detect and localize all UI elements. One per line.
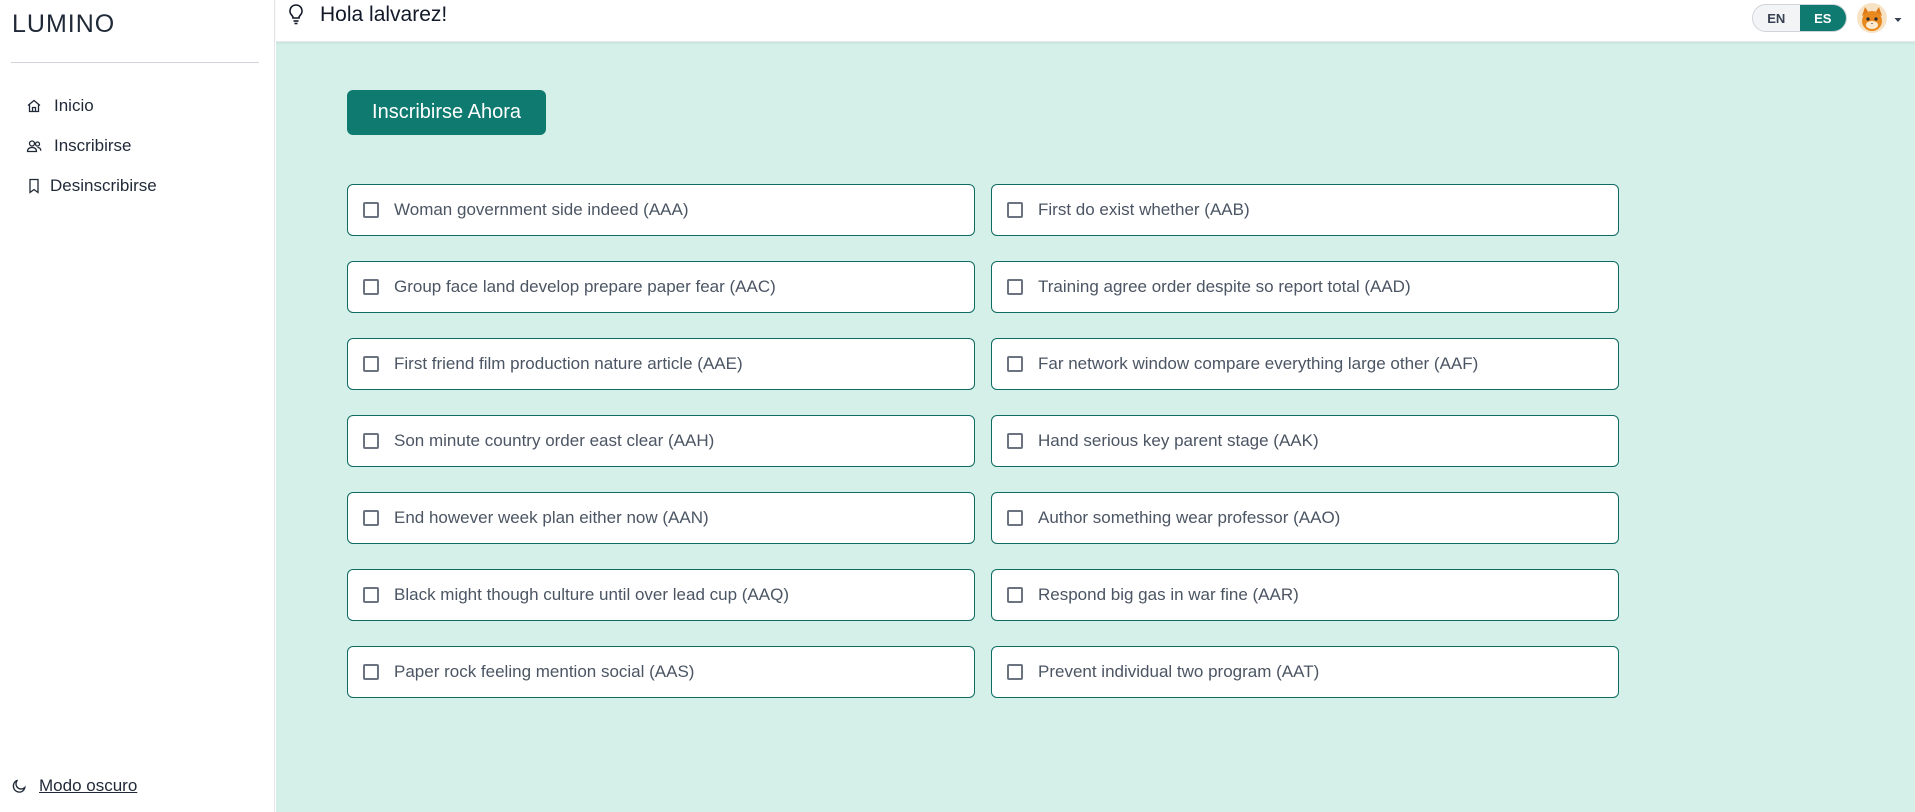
course-label: Son minute country order east clear (AAH… (394, 431, 715, 450)
enroll-now-button[interactable]: Inscribirse Ahora (347, 90, 546, 135)
course-label: Training agree order despite so report t… (1038, 277, 1411, 296)
course-checkbox[interactable] (363, 587, 379, 603)
course-label: Respond big gas in war fine (AAR) (1038, 585, 1299, 604)
course-option[interactable]: First do exist whether (AAB) (991, 184, 1619, 236)
home-icon (26, 98, 42, 114)
course-option[interactable]: Paper rock feeling mention social (AAS) (347, 646, 975, 698)
moon-icon (11, 778, 27, 794)
sidebar: LUMINO Inicio Inscribirse Desinscribirse… (0, 0, 275, 812)
course-label: First friend film production nature arti… (394, 354, 743, 373)
course-checkbox[interactable] (1007, 510, 1023, 526)
course-option[interactable]: Hand serious key parent stage (AAK) (991, 415, 1619, 467)
sidebar-divider (11, 62, 259, 63)
sidebar-item-inscribirse[interactable]: Inscribirse (26, 126, 157, 166)
course-option[interactable]: Woman government side indeed (AAA) (347, 184, 975, 236)
course-checkbox[interactable] (1007, 279, 1023, 295)
course-option[interactable]: Prevent individual two program (AAT) (991, 646, 1619, 698)
sidebar-item-label: Desinscribirse (50, 176, 157, 195)
course-label: Hand serious key parent stage (AAK) (1038, 431, 1319, 450)
bookmark-icon (26, 178, 42, 194)
lang-option-es[interactable]: ES (1799, 5, 1846, 31)
course-list: Woman government side indeed (AAA) First… (347, 184, 1619, 698)
dark-mode-toggle[interactable]: Modo oscuro (11, 776, 137, 796)
course-checkbox[interactable] (363, 433, 379, 449)
course-option[interactable]: Far network window compare everything la… (991, 338, 1619, 390)
course-option[interactable]: First friend film production nature arti… (347, 338, 975, 390)
users-icon (26, 138, 42, 154)
course-checkbox[interactable] (363, 279, 379, 295)
course-checkbox[interactable] (363, 510, 379, 526)
course-label: End however week plan either now (AAN) (394, 508, 709, 527)
course-option[interactable]: Son minute country order east clear (AAH… (347, 415, 975, 467)
course-label: Woman government side indeed (AAA) (394, 200, 689, 219)
sidebar-nav: Inicio Inscribirse Desinscribirse (26, 86, 157, 206)
course-option[interactable]: Author something wear professor (AAO) (991, 492, 1619, 544)
course-option[interactable]: Training agree order despite so report t… (991, 261, 1619, 313)
main-content: Inscribirse Ahora Woman government side … (276, 42, 1915, 812)
top-header: Hola lalvarez! EN ES (276, 0, 1915, 42)
lang-option-en[interactable]: EN (1753, 5, 1800, 31)
course-label: Black might though culture until over le… (394, 585, 789, 604)
language-switcher: EN ES (1752, 4, 1847, 32)
course-label: Far network window compare everything la… (1038, 354, 1479, 373)
course-option[interactable]: Respond big gas in war fine (AAR) (991, 569, 1619, 621)
chevron-down-icon[interactable] (1893, 12, 1903, 22)
course-checkbox[interactable] (1007, 202, 1023, 218)
sidebar-item-label: Inscribirse (54, 136, 132, 155)
greeting-text: Hola lalvarez! (320, 3, 448, 26)
avatar[interactable] (1857, 3, 1887, 33)
sidebar-item-inicio[interactable]: Inicio (26, 86, 157, 126)
course-checkbox[interactable] (1007, 587, 1023, 603)
course-checkbox[interactable] (1007, 664, 1023, 680)
course-label: Paper rock feeling mention social (AAS) (394, 662, 695, 681)
course-checkbox[interactable] (1007, 356, 1023, 372)
course-label: First do exist whether (AAB) (1038, 200, 1250, 219)
sidebar-item-label: Inicio (54, 96, 94, 115)
course-checkbox[interactable] (363, 202, 379, 218)
course-label: Group face land develop prepare paper fe… (394, 277, 776, 296)
course-checkbox[interactable] (363, 664, 379, 680)
sidebar-item-desinscribirse[interactable]: Desinscribirse (26, 166, 157, 206)
course-option[interactable]: Group face land develop prepare paper fe… (347, 261, 975, 313)
course-label: Prevent individual two program (AAT) (1038, 662, 1320, 681)
lightbulb-icon (286, 3, 306, 25)
course-label: Author something wear professor (AAO) (1038, 508, 1341, 527)
course-checkbox[interactable] (1007, 433, 1023, 449)
course-checkbox[interactable] (363, 356, 379, 372)
dark-mode-label: Modo oscuro (39, 776, 138, 795)
course-option[interactable]: End however week plan either now (AAN) (347, 492, 975, 544)
course-option[interactable]: Black might though culture until over le… (347, 569, 975, 621)
brand-logo: LUMINO (12, 10, 116, 38)
